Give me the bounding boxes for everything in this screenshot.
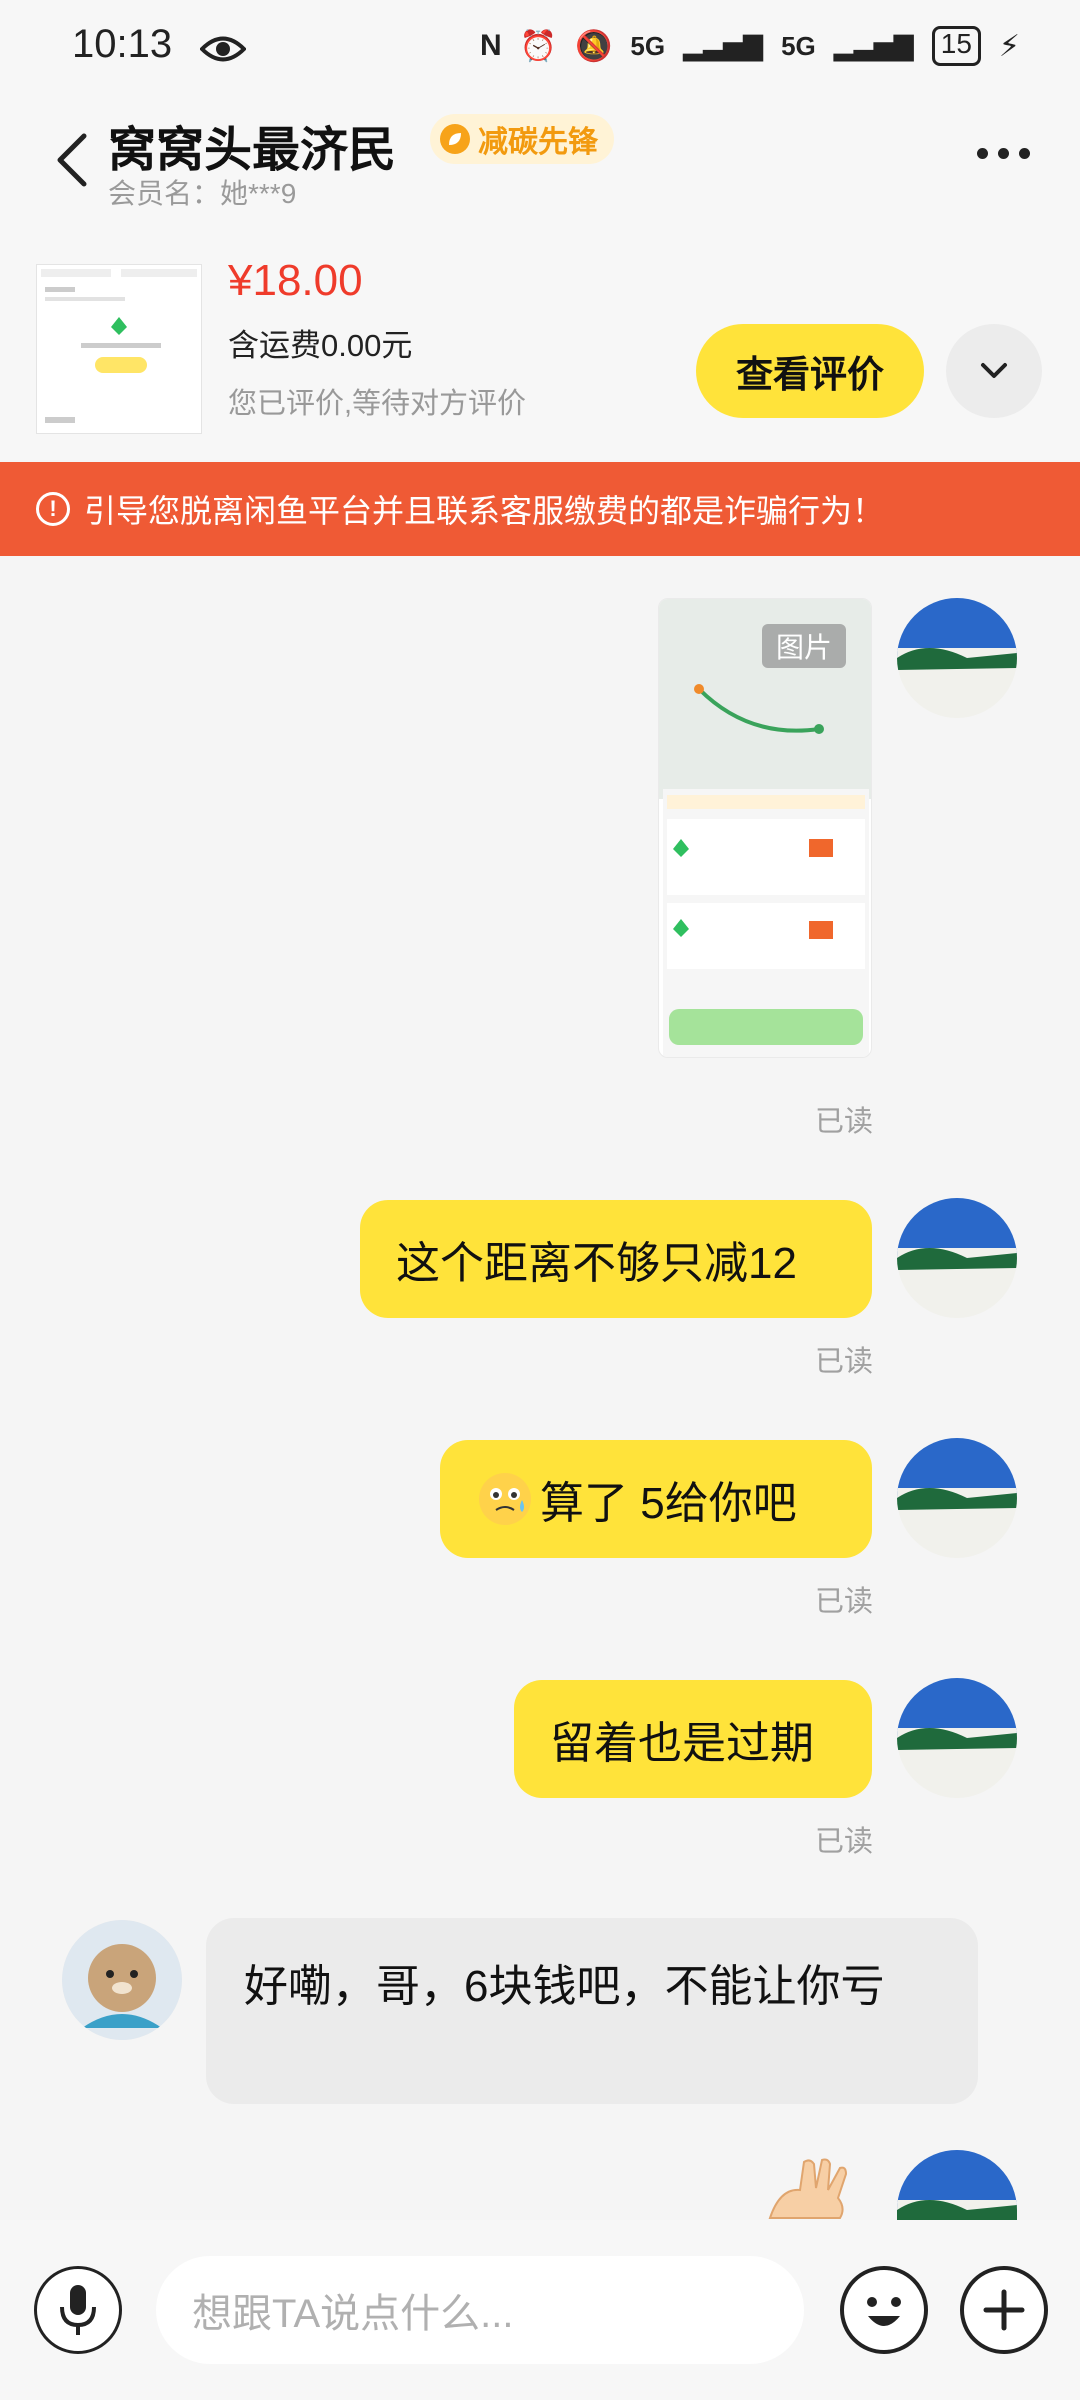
signal-bars-icon: ▂▃▅▇ [833, 30, 914, 61]
eye-icon [199, 34, 247, 69]
image-tag: 图片 [762, 624, 847, 668]
alarm-icon: ⏰ [519, 29, 558, 63]
read-receipt: 已读 [815, 1346, 874, 1378]
plus-icon[interactable] [960, 2266, 1048, 2354]
message-bubble[interactable]: 算了 5给你吧 [440, 1440, 872, 1558]
product-price: ¥18.00 [228, 256, 363, 305]
leaf-icon [440, 124, 470, 154]
status-icons: N ⏰ 🔕 5G ▂▃▅▇ 5G ▂▃▅▇ 15 ⚡ [480, 26, 1020, 66]
chevron-down-icon[interactable] [946, 324, 1042, 418]
warning-circle-icon: ! [36, 492, 70, 526]
read-receipt: 已读 [815, 1586, 874, 1618]
input-placeholder: 想跟TA说点什么... [192, 2292, 514, 2336]
emoji-icon[interactable] [840, 2266, 928, 2354]
shipping-fee: 含运费0.00元 [228, 328, 413, 363]
member-name: 会员名：她***9 [108, 178, 297, 209]
product-card[interactable]: ¥18.00 含运费0.00元 您已评价,等待对方评价 查看评价 [0, 220, 1080, 460]
mute-icon: 🔕 [575, 29, 613, 63]
nfc-icon: N [480, 29, 502, 62]
chat-header: 窝窝头最济民 减碳先锋 会员名：她***9 [0, 100, 1080, 220]
carbon-badge[interactable]: 减碳先锋 [430, 114, 614, 164]
message-bubble[interactable]: 留着也是过期 [514, 1680, 872, 1798]
my-avatar[interactable] [897, 1678, 1017, 1798]
chevron-left-icon[interactable] [52, 130, 92, 190]
reply-bubble[interactable]: 好嘞，哥，6块钱吧，不能让你亏 [206, 1918, 978, 2104]
signal-bars-icon: ▂▃▅▇ [683, 30, 764, 61]
chat-title[interactable]: 窝窝头最济民 [108, 110, 396, 180]
signal-1: 5G [630, 30, 666, 61]
badge-label: 减碳先锋 [478, 126, 598, 159]
hand-emoji-icon [760, 2158, 870, 2225]
review-status: 您已评价,等待对方评价 [228, 388, 527, 420]
fraud-warning-banner: ! 引导您脱离闲鱼平台并且联系客服缴费的都是诈骗行为！ [0, 462, 1080, 556]
message-bubble[interactable]: 这个距离不够只减12 [360, 1200, 872, 1318]
my-avatar[interactable] [897, 598, 1017, 718]
my-avatar[interactable] [897, 1198, 1017, 1318]
status-bar: 10:13 N ⏰ 🔕 5G ▂▃▅▇ 5G ▂▃▅▇ 15 ⚡ [0, 0, 1080, 100]
warning-text: 引导您脱离闲鱼平台并且联系客服缴费的都是诈骗行为！ [84, 493, 885, 529]
more-dots-icon[interactable] [977, 148, 1030, 159]
view-review-button[interactable]: 查看评价 [696, 324, 924, 418]
my-avatar[interactable] [897, 2150, 1017, 2220]
charging-icon: ⚡ [998, 29, 1020, 63]
microphone-icon[interactable] [34, 2266, 122, 2354]
message-input[interactable]: 想跟TA说点什么... [156, 2256, 804, 2364]
signal-2: 5G [781, 30, 816, 61]
sweat-smile-emoji-icon [479, 1473, 531, 1525]
other-avatar[interactable] [62, 1920, 182, 2040]
message-text: 算了 5给你吧 [540, 1479, 797, 1528]
battery-indicator: 15 [931, 26, 981, 66]
read-receipt: 已读 [815, 1106, 874, 1138]
input-bar: 想跟TA说点什么... [0, 2220, 1080, 2400]
read-receipt: 已读 [815, 1826, 874, 1858]
status-time: 10:13 [72, 22, 173, 66]
product-thumbnail[interactable] [36, 264, 202, 434]
my-avatar[interactable] [897, 1438, 1017, 1558]
